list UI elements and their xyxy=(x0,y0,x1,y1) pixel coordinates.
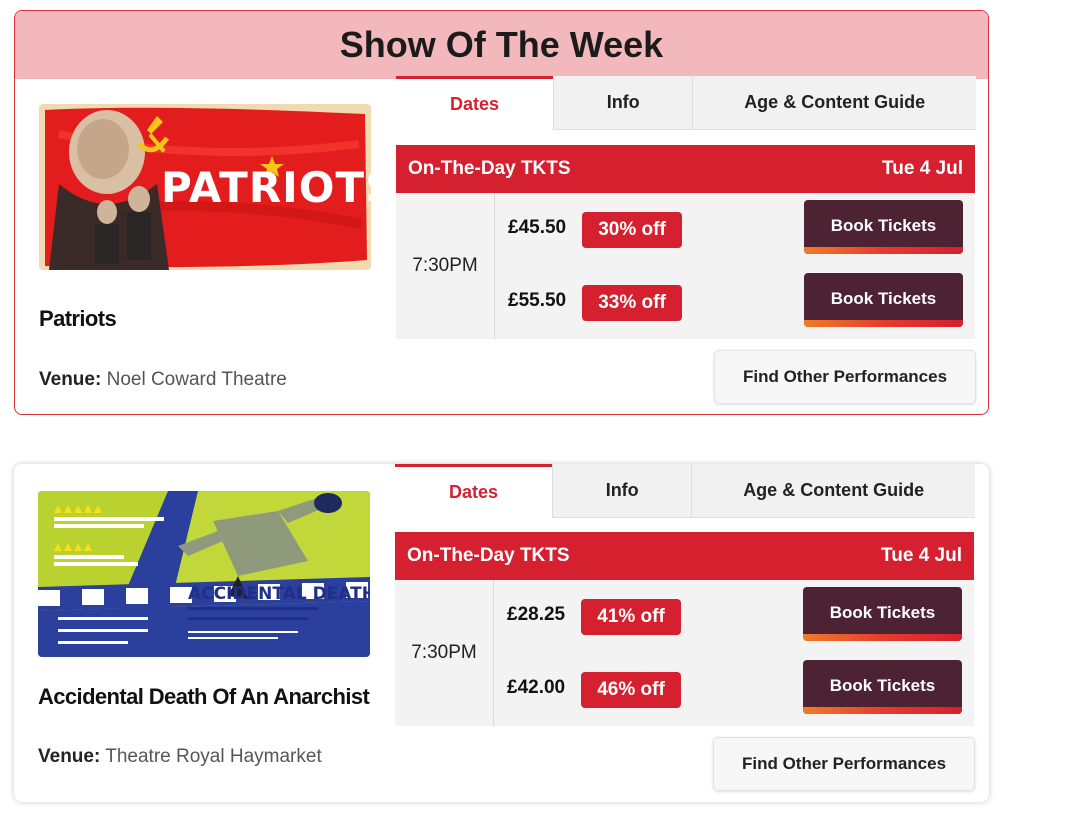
show-poster-patriots[interactable]: PATRIOTS xyxy=(39,104,371,270)
deal-label: On-The-Day TKTS xyxy=(407,545,570,566)
performance-row: 7:30PM £28.25 41% off Book Tickets £42.0… xyxy=(395,580,974,726)
ticket-price: £28.25 xyxy=(507,604,566,625)
book-tickets-button[interactable]: Book Tickets xyxy=(804,200,963,254)
find-other-performances-button[interactable]: Find Other Performances xyxy=(713,737,975,791)
show-card: ACCIDENTAL DEATH OF AN ANARCHIST Acciden… xyxy=(14,464,989,802)
show-title[interactable]: Accidental Death Of An Anarchist xyxy=(38,684,370,710)
performance-row: 7:30PM £45.50 30% off Book Tickets £55.5… xyxy=(396,193,975,339)
show-title[interactable]: Patriots xyxy=(39,306,117,332)
booking-panel: Dates Info Age & Content Guide On-The-Da… xyxy=(396,76,976,414)
venue-label: Venue: xyxy=(38,746,101,767)
tab-info[interactable]: Info xyxy=(552,464,692,518)
performance-time: 7:30PM xyxy=(395,580,494,726)
ticket-price: £42.00 xyxy=(507,677,566,698)
book-tickets-button[interactable]: Book Tickets xyxy=(804,273,963,327)
poster-wordmark: ACCIDENTAL DEATH OF AN ANARCHIST xyxy=(188,584,370,604)
venue-line: Venue: Noel Coward Theatre xyxy=(39,369,287,391)
discount-badge: 46% off xyxy=(581,672,681,708)
book-tickets-button[interactable]: Book Tickets xyxy=(803,587,962,641)
section-title: Show Of The Week xyxy=(15,11,988,79)
price-option: £55.50 33% off Book Tickets xyxy=(495,266,975,339)
price-option: £45.50 30% off Book Tickets xyxy=(495,193,975,266)
deal-label: On-The-Day TKTS xyxy=(408,158,571,179)
booking-panel: Dates Info Age & Content Guide On-The-Da… xyxy=(395,464,975,802)
deal-header: On-The-Day TKTS Tue 4 Jul xyxy=(396,145,975,193)
performance-date: Tue 4 Jul xyxy=(882,158,963,179)
tab-age-content-guide[interactable]: Age & Content Guide xyxy=(692,76,976,130)
discount-badge: 30% off xyxy=(582,212,682,248)
performance-time: 7:30PM xyxy=(396,193,495,339)
discount-badge: 41% off xyxy=(581,599,681,635)
tab-dates[interactable]: Dates xyxy=(396,76,554,130)
show-poster-accidental-death[interactable]: ACCIDENTAL DEATH OF AN ANARCHIST xyxy=(38,491,370,657)
tab-bar: Dates Info Age & Content Guide xyxy=(395,464,975,518)
show-of-the-week-card: Show Of The Week PATRIOTS xyxy=(14,10,989,415)
venue-name: Noel Coward Theatre xyxy=(106,369,287,390)
deal-header: On-The-Day TKTS Tue 4 Jul xyxy=(395,532,974,580)
tab-info[interactable]: Info xyxy=(553,76,693,130)
price-option: £28.25 41% off Book Tickets xyxy=(494,580,974,653)
performance-date: Tue 4 Jul xyxy=(881,545,962,566)
venue-name: Theatre Royal Haymarket xyxy=(105,746,322,767)
find-other-performances-button[interactable]: Find Other Performances xyxy=(714,350,976,404)
venue-line: Venue: Theatre Royal Haymarket xyxy=(38,746,322,768)
tab-age-content-guide[interactable]: Age & Content Guide xyxy=(691,464,975,518)
ticket-price: £45.50 xyxy=(508,217,567,238)
price-option: £42.00 46% off Book Tickets xyxy=(494,653,974,726)
ticket-price: £55.50 xyxy=(508,290,567,311)
poster-wordmark: PATRIOTS xyxy=(161,163,371,212)
tab-bar: Dates Info Age & Content Guide xyxy=(396,76,976,130)
venue-label: Venue: xyxy=(39,369,102,390)
tab-dates[interactable]: Dates xyxy=(395,464,553,518)
book-tickets-button[interactable]: Book Tickets xyxy=(803,660,962,714)
discount-badge: 33% off xyxy=(582,285,682,321)
